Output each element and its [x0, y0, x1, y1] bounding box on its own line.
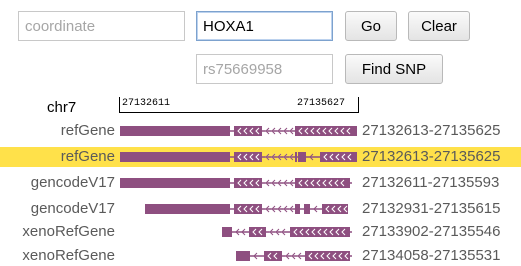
- exon-block: [120, 152, 230, 162]
- gene-model: [120, 152, 357, 162]
- exon-block: [120, 126, 230, 136]
- track-range: 27133902-27135546: [362, 223, 501, 240]
- exon-block: [120, 178, 230, 188]
- track-row[interactable]: xenoRefGene 27133902-27135546: [0, 222, 521, 242]
- exon-block: [249, 227, 266, 237]
- exon-block: [290, 227, 350, 237]
- exon-block: [320, 152, 357, 162]
- coordinate-ruler: 27132611 27135627: [119, 97, 359, 115]
- ruler-start-label: 27132611: [122, 98, 171, 109]
- ruler-tick-end: [358, 97, 359, 113]
- ruler-line: [119, 112, 359, 113]
- track-range: 27132613-27135625: [362, 122, 501, 139]
- ruler-end-label: 27135627: [297, 98, 346, 109]
- exon-block: [145, 204, 230, 214]
- gene-model: [120, 126, 357, 136]
- gene-input[interactable]: [196, 11, 333, 41]
- track-row[interactable]: refGene 27132613-27135625: [0, 121, 521, 141]
- track-row[interactable]: refGene 27132613-27135625: [0, 147, 521, 167]
- ruler-tick-start: [119, 97, 120, 113]
- coordinate-input[interactable]: [18, 11, 185, 41]
- track-range: 27134058-27135531: [362, 247, 501, 264]
- gene-model: [120, 178, 352, 188]
- go-button[interactable]: Go: [345, 11, 397, 41]
- track-row[interactable]: xenoRefGene 27134058-27135531: [0, 246, 521, 266]
- track-range: 27132611-27135593: [362, 174, 500, 191]
- gene-model: [145, 204, 348, 214]
- exon-block: [304, 204, 310, 214]
- find-snp-button[interactable]: Find SNP: [345, 54, 443, 84]
- exon-block: [295, 152, 297, 162]
- exon-block: [222, 227, 232, 237]
- exon-block: [236, 251, 250, 261]
- chromosome-label: chr7: [47, 99, 77, 116]
- exon-block: [295, 204, 300, 214]
- track-range: 27132613-27135625: [362, 148, 501, 165]
- exon-block: [298, 152, 306, 162]
- track-row[interactable]: gencodeV17 27132931-27135615: [0, 199, 521, 219]
- gene-model: [236, 251, 352, 261]
- snp-input[interactable]: [196, 54, 333, 84]
- track-row[interactable]: gencodeV17 27132611-27135593: [0, 173, 521, 193]
- track-range: 27132931-27135615: [362, 200, 501, 217]
- gene-model: [222, 227, 352, 237]
- exon-block: [264, 251, 282, 261]
- clear-button[interactable]: Clear: [408, 11, 470, 41]
